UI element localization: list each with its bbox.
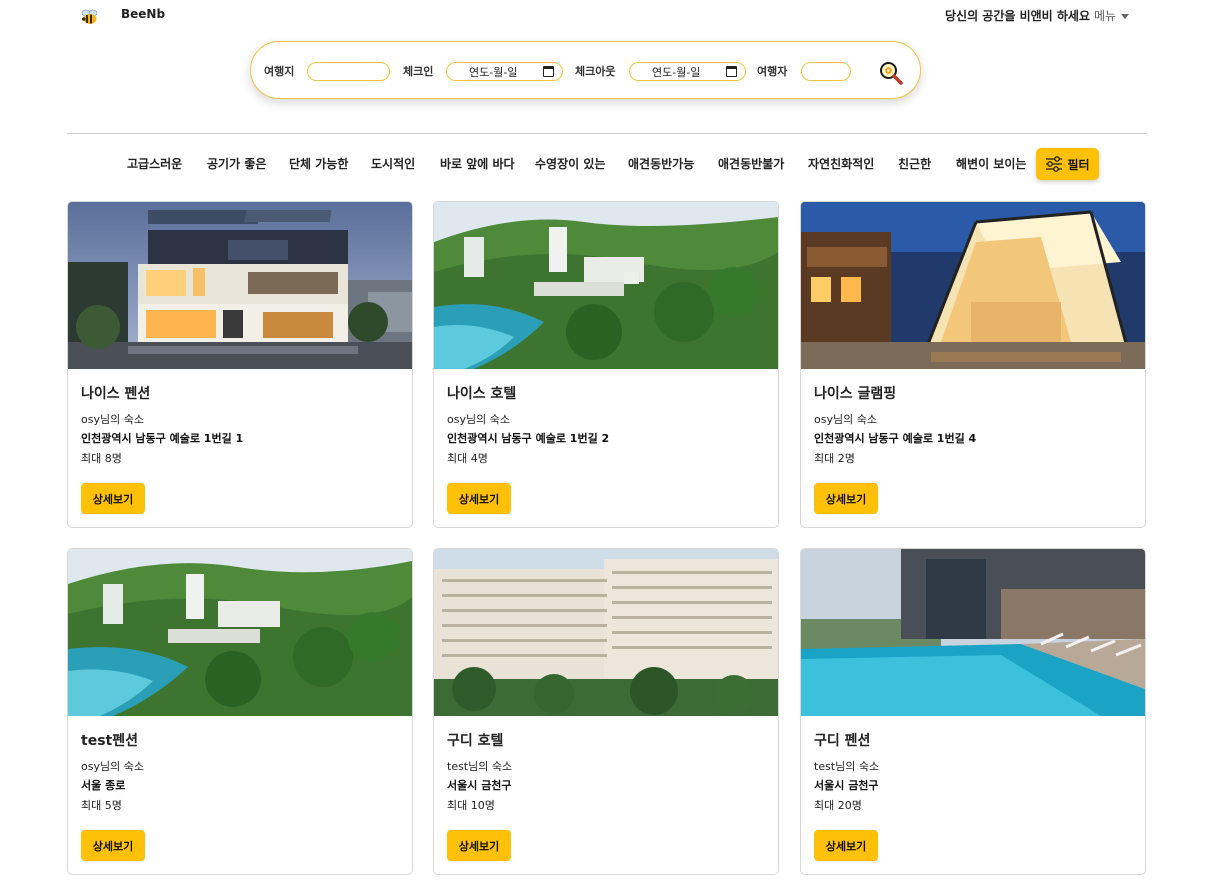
listing-host: osy님의 숙소 [81,411,144,427]
listing-card[interactable]: test펜션 osy님의 숙소 서울 종로 최대 5명 상세보기 [67,548,413,875]
category-pets-allowed[interactable]: 애견동반가능 [628,155,694,172]
divider [67,133,1147,134]
checkout-label: 체크아웃 [575,65,616,78]
listing-address: 인천광역시 남동구 예술로 1번길 2 [447,432,610,445]
detail-button[interactable]: 상세보기 [447,483,511,514]
category-beachfront[interactable]: 바로 앞에 바다 [440,155,515,172]
category-beach-view[interactable]: 해변이 보이는 [956,155,1026,172]
checkin-label: 체크인 [403,65,434,78]
destination-input[interactable] [307,62,390,81]
host-suffix: 님의 숙소 [99,760,144,773]
host-cta-link[interactable]: 당신의 공간을 비앤비 하세요 [945,7,1090,24]
calendar-icon[interactable] [543,66,554,77]
search-bar: 여행지 체크인 연도-월-일 체크아웃 연도-월-일 여행자 [250,41,921,99]
navbar: BeeNb 당신의 공간을 비앤비 하세요 메뉴 [0,0,1208,34]
listing-capacity: 최대 8명 [81,452,122,465]
host-suffix: 님의 숙소 [465,413,510,426]
checkin-value: 연도-월-일 [469,65,518,79]
listing-title: test펜션 [81,733,138,749]
listing-card[interactable]: 구디 호텔 test님의 숙소 서울시 금천구 최대 10명 상세보기 [433,548,779,875]
listing-title: 나이스 글램핑 [814,386,897,402]
listing-capacity: 최대 2명 [814,452,855,465]
listing-host: osy님의 숙소 [81,758,144,774]
detail-button[interactable]: 상세보기 [814,830,878,861]
host-name: test [447,760,469,773]
listing-title: 구디 호텔 [447,733,504,749]
brand-name[interactable]: BeeNb [121,7,165,21]
host-suffix: 님의 숙소 [832,413,877,426]
listing-photo[interactable] [801,549,1145,716]
destination-label: 여행지 [264,65,295,78]
category-urban[interactable]: 도시적인 [371,155,415,172]
listing-title: 구디 펜션 [814,733,871,749]
host-suffix: 님의 숙소 [468,760,513,773]
category-fresh-air[interactable]: 공기가 좋은 [207,155,266,172]
host-name: test [814,760,836,773]
calendar-icon[interactable] [726,66,737,77]
category-eco[interactable]: 자연친화적인 [808,155,874,172]
detail-button[interactable]: 상세보기 [814,483,878,514]
detail-button[interactable]: 상세보기 [81,483,145,514]
category-luxury[interactable]: 고급스러운 [127,155,182,172]
listing-photo[interactable] [801,202,1145,369]
category-pool[interactable]: 수영장이 있는 [535,155,605,172]
listing-photo[interactable] [434,202,778,369]
detail-button[interactable]: 상세보기 [447,830,511,861]
listing-host: osy님의 숙소 [447,411,510,427]
listing-capacity: 최대 4명 [447,452,488,465]
listing-address: 서울 종로 [81,779,126,792]
listing-card[interactable]: 나이스 글램핑 osy님의 숙소 인천광역시 남동구 예술로 1번길 4 최대 … [800,201,1146,528]
listing-address: 인천광역시 남동구 예술로 1번길 4 [814,432,977,445]
listing-capacity: 최대 10명 [447,799,495,812]
listing-title: 나이스 펜션 [81,386,151,402]
listing-capacity: 최대 5명 [81,799,122,812]
menu-label: 메뉴 [1094,9,1117,23]
guests-label: 여행자 [757,65,788,78]
host-suffix: 님의 숙소 [835,760,880,773]
listing-address: 서울시 금천구 [814,779,879,792]
category-bar: 고급스러운 공기가 좋은 단체 가능한 도시적인 바로 앞에 바다 수영장이 있… [0,148,1208,180]
guests-input[interactable] [801,62,851,81]
category-no-pets[interactable]: 애견동반불가 [718,155,784,172]
checkout-value: 연도-월-일 [652,65,701,79]
sliders-icon [1046,156,1063,172]
listing-photo[interactable] [68,549,412,716]
listing-host: osy님의 숙소 [814,411,877,427]
category-friendly[interactable]: 친근한 [898,155,931,172]
listing-title: 나이스 호텔 [447,386,517,402]
listing-photo[interactable] [68,202,412,369]
listing-card[interactable]: 나이스 펜션 osy님의 숙소 인천광역시 남동구 예술로 1번길 1 최대 8… [67,201,413,528]
checkin-date-input[interactable]: 연도-월-일 [446,62,563,81]
host-name: osy [814,413,833,426]
listing-address: 인천광역시 남동구 예술로 1번길 1 [81,432,244,445]
filter-label: 필터 [1067,157,1090,172]
bee-logo-icon[interactable] [80,7,100,27]
listing-capacity: 최대 20명 [814,799,862,812]
host-name: osy [447,413,466,426]
category-group[interactable]: 단체 가능한 [289,155,348,172]
listing-address: 서울시 금천구 [447,779,512,792]
detail-button[interactable]: 상세보기 [81,830,145,861]
host-suffix: 님의 숙소 [99,413,144,426]
filter-button[interactable]: 필터 [1036,148,1099,180]
listing-photo[interactable] [434,549,778,716]
listing-host: test님의 숙소 [814,758,879,774]
listing-host: test님의 숙소 [447,758,512,774]
listing-card[interactable]: 나이스 호텔 osy님의 숙소 인천광역시 남동구 예술로 1번길 2 최대 4… [433,201,779,528]
caret-down-icon [1121,13,1130,19]
checkout-date-input[interactable]: 연도-월-일 [629,62,746,81]
host-name: osy [81,760,100,773]
menu-dropdown[interactable]: 메뉴 [1094,7,1130,24]
host-name: osy [81,413,100,426]
listing-card[interactable]: 구디 펜션 test님의 숙소 서울시 금천구 최대 20명 상세보기 [800,548,1146,875]
search-magnifier-icon[interactable] [878,60,904,86]
